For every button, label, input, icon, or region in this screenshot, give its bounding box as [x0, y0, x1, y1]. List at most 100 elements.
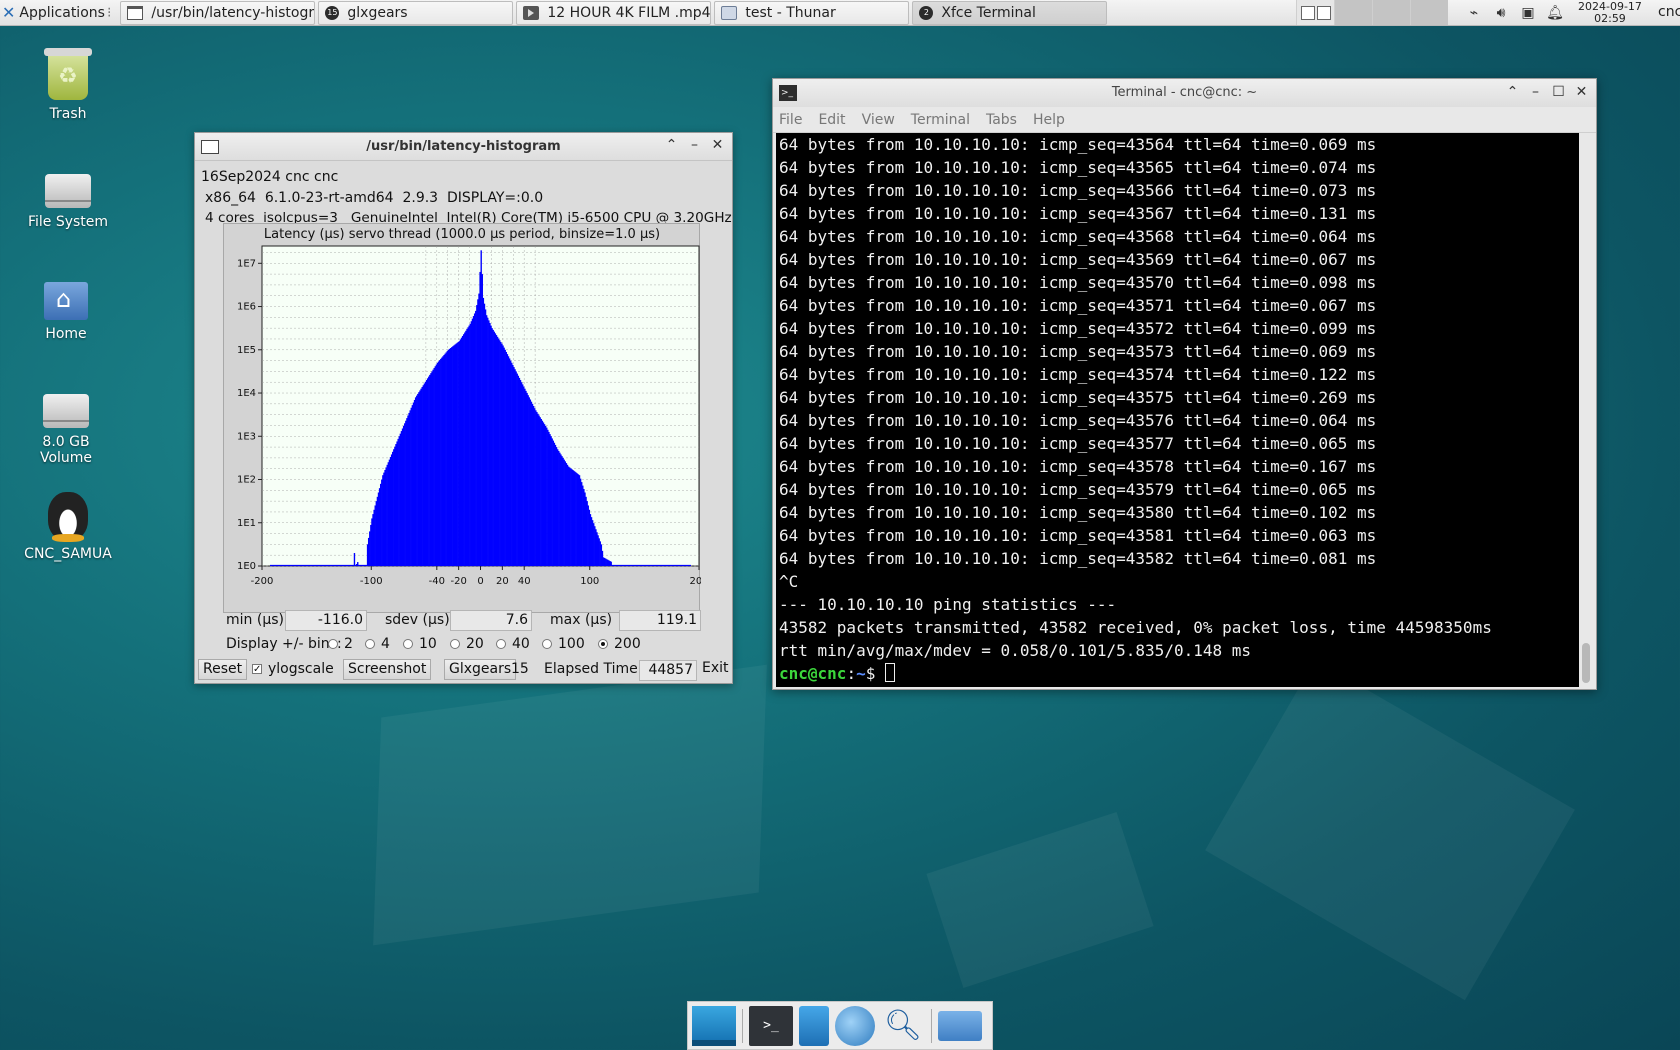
- bin-option-20[interactable]: 20: [450, 636, 484, 652]
- minimize-button-icon[interactable]: –: [686, 137, 703, 154]
- volume-icon[interactable]: 🔊︎: [1492, 4, 1510, 22]
- shade-button-icon[interactable]: ⌃: [663, 137, 680, 154]
- app-finder-icon[interactable]: 🔍︎: [881, 1006, 925, 1046]
- ylogscale-label: ylogscale: [268, 661, 334, 677]
- sdev-value: 7.6: [450, 610, 532, 631]
- menu-view[interactable]: View: [862, 112, 895, 128]
- clock[interactable]: 2024-09-17 02:59: [1578, 1, 1642, 25]
- workspace-1[interactable]: [1296, 0, 1334, 25]
- window-group-icon: 15: [325, 5, 340, 20]
- folder-icon[interactable]: [938, 1010, 982, 1041]
- taskbar-item-label: test - Thunar: [745, 4, 836, 21]
- applications-menu-label: Applications: [19, 4, 105, 21]
- web-browser-icon[interactable]: [835, 1005, 875, 1046]
- ylogscale-checkbox[interactable]: ✓: [252, 664, 262, 675]
- system-tray: ⌁ 🔊︎ ▣ 🔔︎: [1465, 0, 1564, 26]
- desktop-icon-label-line2: Volume: [39, 450, 93, 466]
- bin-option-label: 2: [344, 636, 353, 652]
- shade-button-icon[interactable]: ⌃: [1504, 84, 1521, 101]
- desktop-icon-file-system[interactable]: File System: [8, 162, 128, 230]
- exit-button[interactable]: Exit: [698, 659, 733, 680]
- bin-option-4[interactable]: 4: [365, 636, 390, 652]
- tux-icon: [48, 492, 88, 542]
- dock-separator: [742, 1008, 743, 1043]
- max-label: max (µs): [550, 612, 613, 628]
- terminal-prompt[interactable]: cnc@cnc:~$: [779, 662, 1576, 685]
- terminal-line: 64 bytes from 10.10.10.10: icmp_seq=4358…: [779, 526, 1377, 545]
- prompt-symbol: $: [865, 664, 885, 683]
- screenshot-button[interactable]: Screenshot: [343, 659, 432, 680]
- close-button-icon[interactable]: ✕: [1573, 84, 1590, 101]
- terminal-line: 64 bytes from 10.10.10.10: icmp_seq=4357…: [779, 388, 1377, 407]
- taskbar-item-thunar[interactable]: test - Thunar: [714, 0, 910, 25]
- taskbar-item-video[interactable]: 12 HOUR 4K FILM .mp4: [516, 0, 712, 25]
- terminal-line: 64 bytes from 10.10.10.10: icmp_seq=4356…: [779, 227, 1377, 246]
- terminal-line: 64 bytes from 10.10.10.10: icmp_seq=4357…: [779, 319, 1377, 338]
- workspace-4[interactable]: [1410, 0, 1448, 25]
- minimize-button-icon[interactable]: –: [1527, 84, 1544, 101]
- menu-separator-icon: ⁝: [106, 4, 112, 21]
- scrollbar-thumb[interactable]: [1582, 643, 1590, 683]
- close-button-icon[interactable]: ✕: [709, 137, 726, 154]
- bin-option-100[interactable]: 100: [542, 636, 585, 652]
- menu-help[interactable]: Help: [1033, 112, 1065, 128]
- terminal-icon[interactable]: >_: [749, 1005, 793, 1046]
- desktop-icon-cnc-samua[interactable]: CNC_SAMUA: [8, 492, 128, 562]
- notification-bell-icon[interactable]: 🔔︎: [1546, 4, 1564, 22]
- terminal-line: 64 bytes from 10.10.10.10: icmp_seq=4356…: [779, 158, 1377, 177]
- x-tick-label: 200: [689, 576, 701, 587]
- user-menu[interactable]: cnc: [1658, 4, 1680, 20]
- menu-tabs[interactable]: Tabs: [986, 112, 1017, 128]
- desktop-icon-volume[interactable]: 8.0 GB Volume: [6, 382, 126, 466]
- applications-menu-button[interactable]: ✕ Applications ⁝: [0, 0, 117, 26]
- terminal-line: 64 bytes from 10.10.10.10: icmp_seq=4356…: [779, 135, 1377, 154]
- bin-option-200[interactable]: 200: [598, 636, 641, 652]
- terminal-scrollbar[interactable]: [1579, 133, 1593, 687]
- maximize-button-icon[interactable]: ☐: [1550, 84, 1567, 101]
- x-tick-label: -200: [251, 576, 274, 587]
- terminal-line: 64 bytes from 10.10.10.10: icmp_seq=4357…: [779, 411, 1377, 430]
- glxgears-button[interactable]: Glxgears: [444, 659, 517, 680]
- reset-button[interactable]: Reset: [198, 659, 248, 680]
- y-tick-label: 1E6: [237, 302, 256, 313]
- terminal-line: 64 bytes from 10.10.10.10: icmp_seq=4358…: [779, 503, 1377, 522]
- max-value: 119.1: [619, 610, 701, 631]
- show-desktop-icon[interactable]: [692, 1005, 736, 1046]
- taskbar-item-terminal[interactable]: 2 Xfce Terminal: [912, 0, 1108, 25]
- home-folder-icon: [44, 282, 88, 320]
- x-tick-label: 40: [518, 576, 531, 587]
- menu-edit[interactable]: Edit: [818, 112, 845, 128]
- taskbar-item-label: glxgears: [347, 4, 408, 21]
- window-titlebar[interactable]: /usr/bin/latency-histogram ⌃ – ✕: [195, 133, 732, 161]
- bin-option-10[interactable]: 10: [403, 636, 437, 652]
- button-row: Reset ✓ ylogscale Screenshot Glxgears 15…: [195, 657, 732, 683]
- terminal-line: 64 bytes from 10.10.10.10: icmp_seq=4357…: [779, 365, 1377, 384]
- wallpaper-shape: [926, 812, 1154, 988]
- file-manager-icon[interactable]: [799, 1005, 829, 1046]
- terminal-output[interactable]: 64 bytes from 10.10.10.10: icmp_seq=4356…: [776, 133, 1579, 687]
- window-titlebar[interactable]: >_ Terminal - cnc@cnc: ~ ⌃ – ☐ ✕: [773, 79, 1596, 107]
- latency-histogram-window: /usr/bin/latency-histogram ⌃ – ✕ 16Sep20…: [194, 132, 733, 684]
- bin-option-2[interactable]: 2: [328, 636, 353, 652]
- chart-title: Latency (µs) servo thread (1000.0 µs per…: [264, 227, 660, 242]
- radio-indicator: [598, 639, 608, 649]
- workspace-3[interactable]: [1372, 0, 1410, 25]
- terminal-line: 64 bytes from 10.10.10.10: icmp_seq=4357…: [779, 457, 1377, 476]
- desktop-icon-home[interactable]: Home: [6, 272, 126, 342]
- dock-separator: [931, 1008, 932, 1043]
- taskbar-item-latency-histogram[interactable]: /usr/bin/latency-histogr...: [120, 0, 316, 25]
- taskbar-item-glxgears[interactable]: 15 glxgears: [318, 0, 514, 25]
- network-icon[interactable]: ⌁: [1465, 4, 1483, 22]
- clipboard-icon[interactable]: ▣: [1519, 4, 1537, 22]
- video-icon: [523, 5, 540, 20]
- sdev-label: sdev (µs): [385, 612, 450, 628]
- x-tick-label: -100: [360, 576, 383, 587]
- desktop-icon-trash[interactable]: Trash: [8, 48, 128, 122]
- terminal-line: 64 bytes from 10.10.10.10: icmp_seq=4356…: [779, 250, 1377, 269]
- menu-file[interactable]: File: [779, 112, 802, 128]
- menu-terminal[interactable]: Terminal: [911, 112, 970, 128]
- stats-row: min (µs) -116.0 sdev (µs) 7.6 max (µs) 1…: [195, 609, 732, 633]
- bin-option-40[interactable]: 40: [496, 636, 530, 652]
- workspace-2[interactable]: [1334, 0, 1372, 25]
- terminal-window: >_ Terminal - cnc@cnc: ~ ⌃ – ☐ ✕ File Ed…: [772, 78, 1597, 690]
